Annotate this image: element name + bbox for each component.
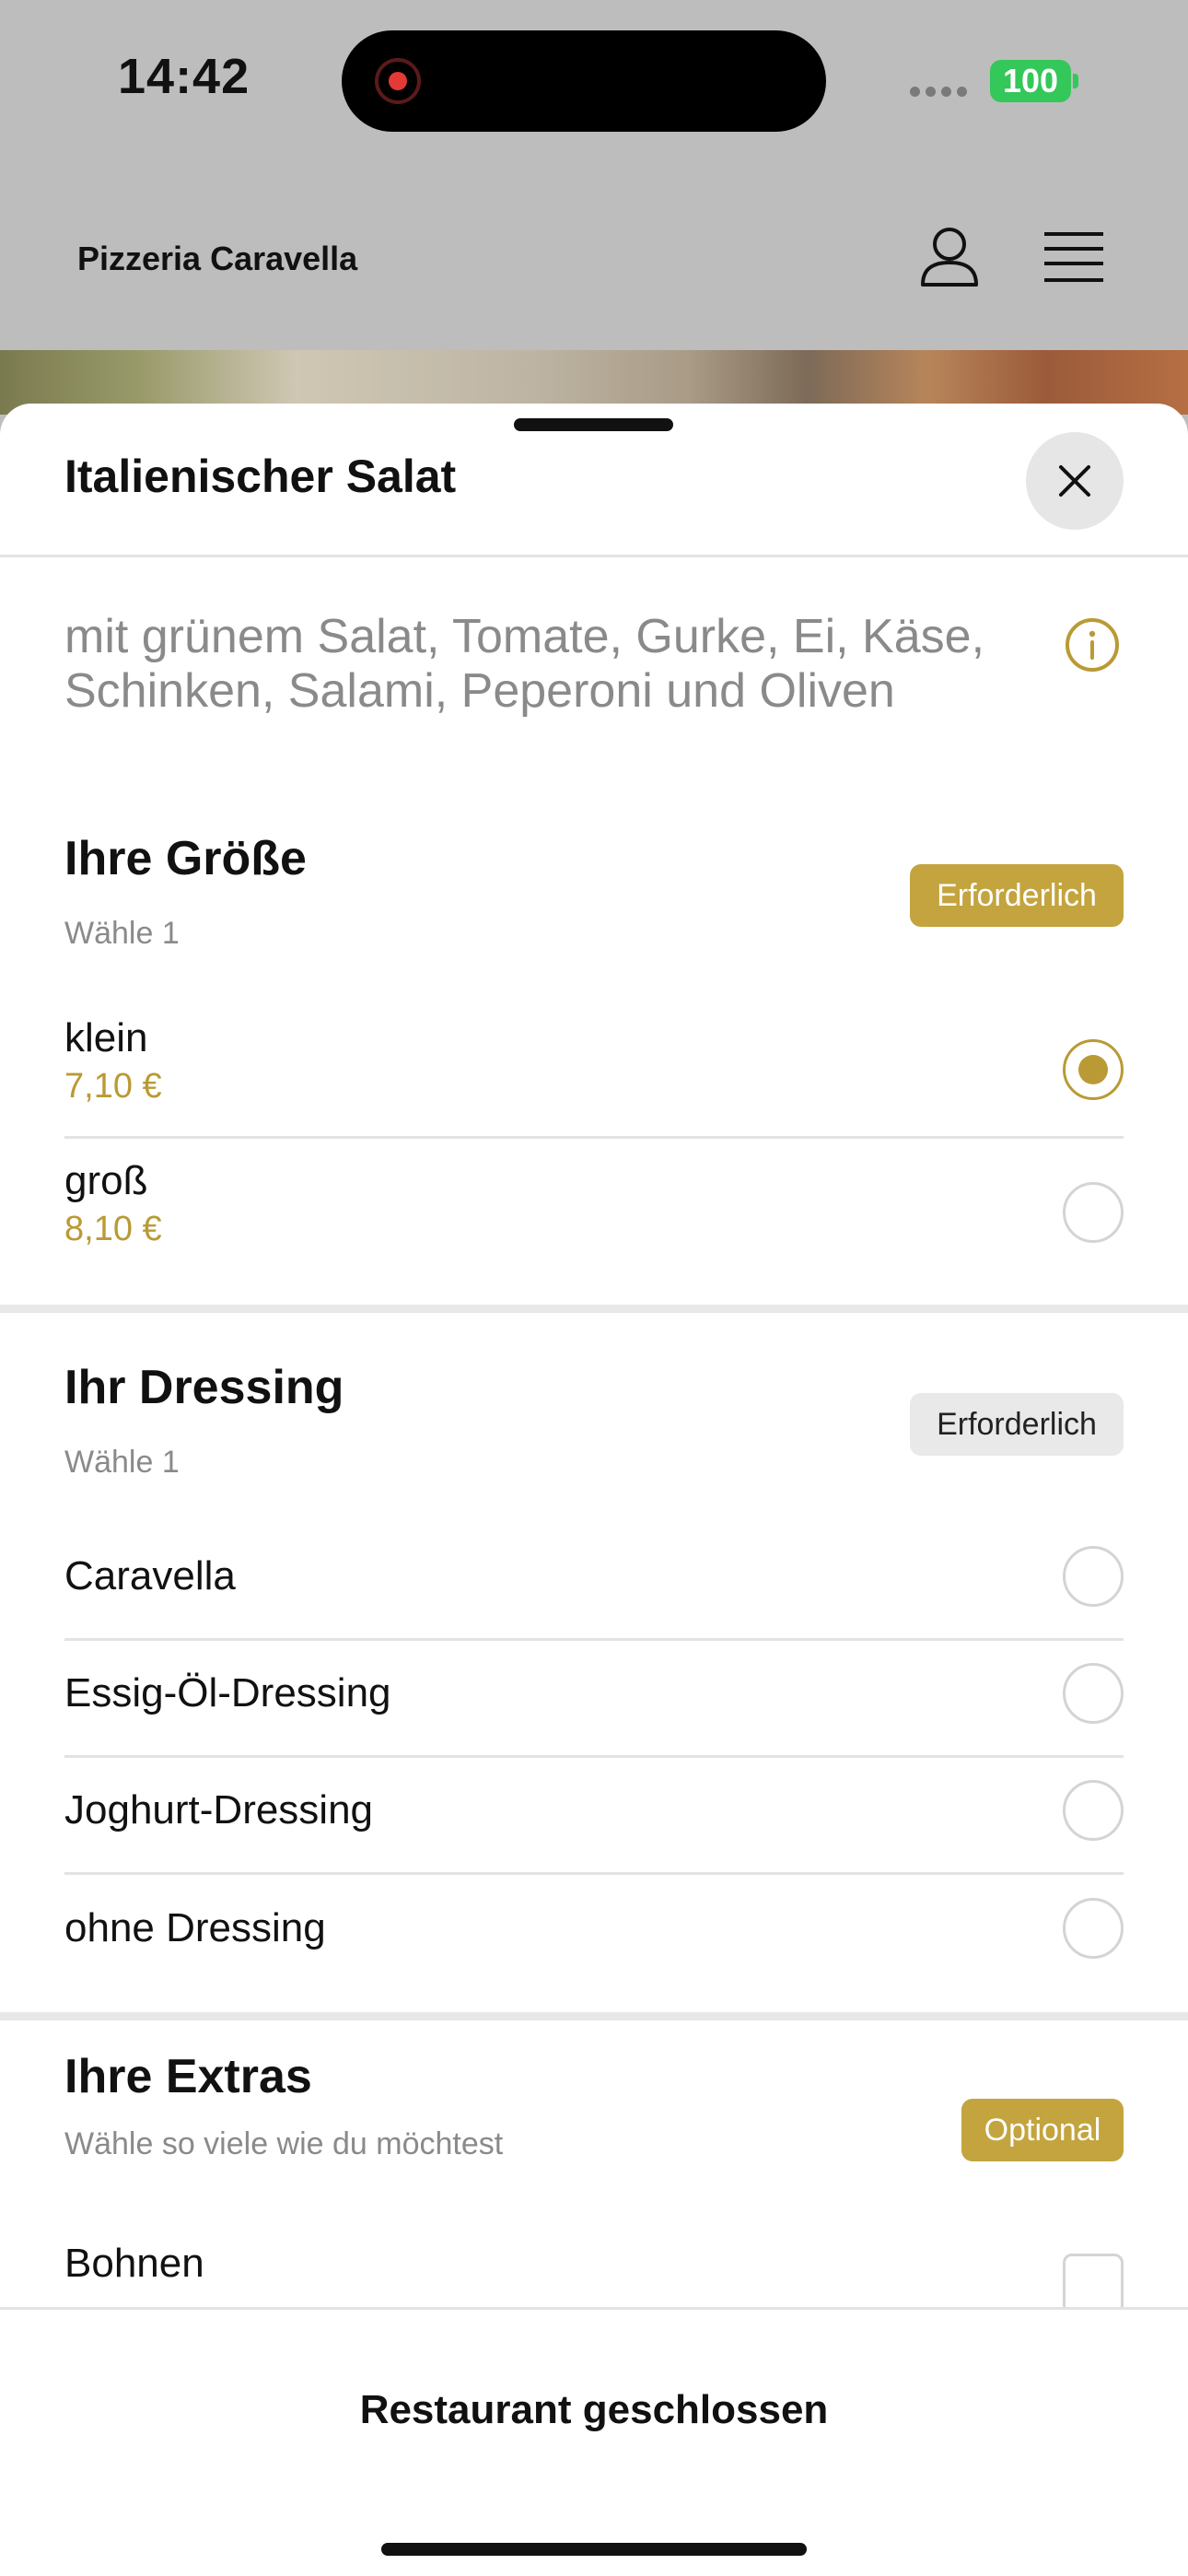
- extras-section-title: Ihre Extras: [64, 2050, 312, 2103]
- option-price: 7,10 €: [64, 1067, 162, 1106]
- dressing-option-caravella[interactable]: Caravella: [64, 1546, 1124, 1638]
- size-option-klein[interactable]: klein 7,10 €: [64, 1012, 1124, 1150]
- divider: [64, 1638, 1124, 1641]
- status-bar: 14:42 100: [0, 0, 1188, 166]
- size-option-gross[interactable]: groß 8,10 €: [64, 1154, 1124, 1293]
- footer-bar: Restaurant geschlossen: [0, 2307, 1188, 2576]
- extras-optional-badge: Optional: [961, 2099, 1124, 2161]
- divider: [0, 555, 1188, 557]
- dressing-option-joghurt[interactable]: Joghurt-Dressing: [64, 1780, 1124, 1872]
- restaurant-closed-label: Restaurant geschlossen: [359, 2387, 829, 2432]
- section-separator: [0, 2012, 1188, 2020]
- checkbox[interactable]: [1063, 2254, 1124, 2314]
- radio-button[interactable]: [1063, 1898, 1124, 1959]
- option-price: 8,10 €: [64, 1210, 162, 1248]
- radio-button[interactable]: [1063, 1546, 1124, 1607]
- recording-icon: [375, 58, 421, 104]
- restaurant-name: Pizzeria Caravella: [77, 240, 358, 277]
- info-icon[interactable]: [1065, 617, 1120, 673]
- dressing-option-essig-oel[interactable]: Essig-Öl-Dressing: [64, 1663, 1124, 1755]
- signal-icon: [910, 85, 973, 101]
- product-description: mit grünem Salat, Tomate, Gurke, Ei, Käs…: [64, 610, 985, 718]
- dynamic-island: [342, 30, 826, 132]
- radio-button[interactable]: [1063, 1663, 1124, 1724]
- divider: [64, 1872, 1124, 1875]
- option-label: klein: [64, 1015, 148, 1060]
- close-icon: [1059, 465, 1090, 497]
- radio-button-selected[interactable]: [1063, 1039, 1124, 1100]
- option-label: Caravella: [64, 1553, 236, 1598]
- size-section-subtitle: Wähle 1: [64, 916, 180, 951]
- product-sheet: Italienischer Salat mit grünem Salat, To…: [0, 404, 1188, 2576]
- extras-section-subtitle: Wähle so viele wie du möchtest: [64, 2126, 504, 2161]
- option-label: ohne Dressing: [64, 1905, 326, 1950]
- status-time: 14:42: [118, 49, 250, 104]
- dressing-option-ohne[interactable]: ohne Dressing: [64, 1898, 1124, 1990]
- sheet-grabber[interactable]: [514, 418, 673, 431]
- user-icon[interactable]: [917, 224, 982, 288]
- hamburger-menu-icon[interactable]: [1044, 230, 1103, 284]
- option-label: Joghurt-Dressing: [64, 1787, 374, 1832]
- battery-indicator: 100: [990, 60, 1071, 102]
- option-label: Bohnen: [64, 2241, 204, 2286]
- home-indicator[interactable]: [381, 2543, 807, 2556]
- product-title: Italienischer Salat: [64, 451, 457, 502]
- battery-tip: [1073, 74, 1078, 88]
- size-section-title: Ihre Größe: [64, 832, 307, 885]
- divider: [64, 1136, 1124, 1139]
- app-header: Pizzeria Caravella: [0, 166, 1188, 350]
- option-label: groß: [64, 1158, 148, 1203]
- dressing-required-badge: Erforderlich: [910, 1393, 1124, 1456]
- size-required-badge: Erforderlich: [910, 864, 1124, 927]
- radio-button[interactable]: [1063, 1780, 1124, 1841]
- close-button[interactable]: [1026, 432, 1124, 530]
- dressing-section-subtitle: Wähle 1: [64, 1445, 180, 1480]
- radio-button[interactable]: [1063, 1182, 1124, 1243]
- option-label: Essig-Öl-Dressing: [64, 1670, 391, 1715]
- dressing-section-title: Ihr Dressing: [64, 1361, 344, 1414]
- divider: [64, 1755, 1124, 1758]
- section-separator: [0, 1305, 1188, 1313]
